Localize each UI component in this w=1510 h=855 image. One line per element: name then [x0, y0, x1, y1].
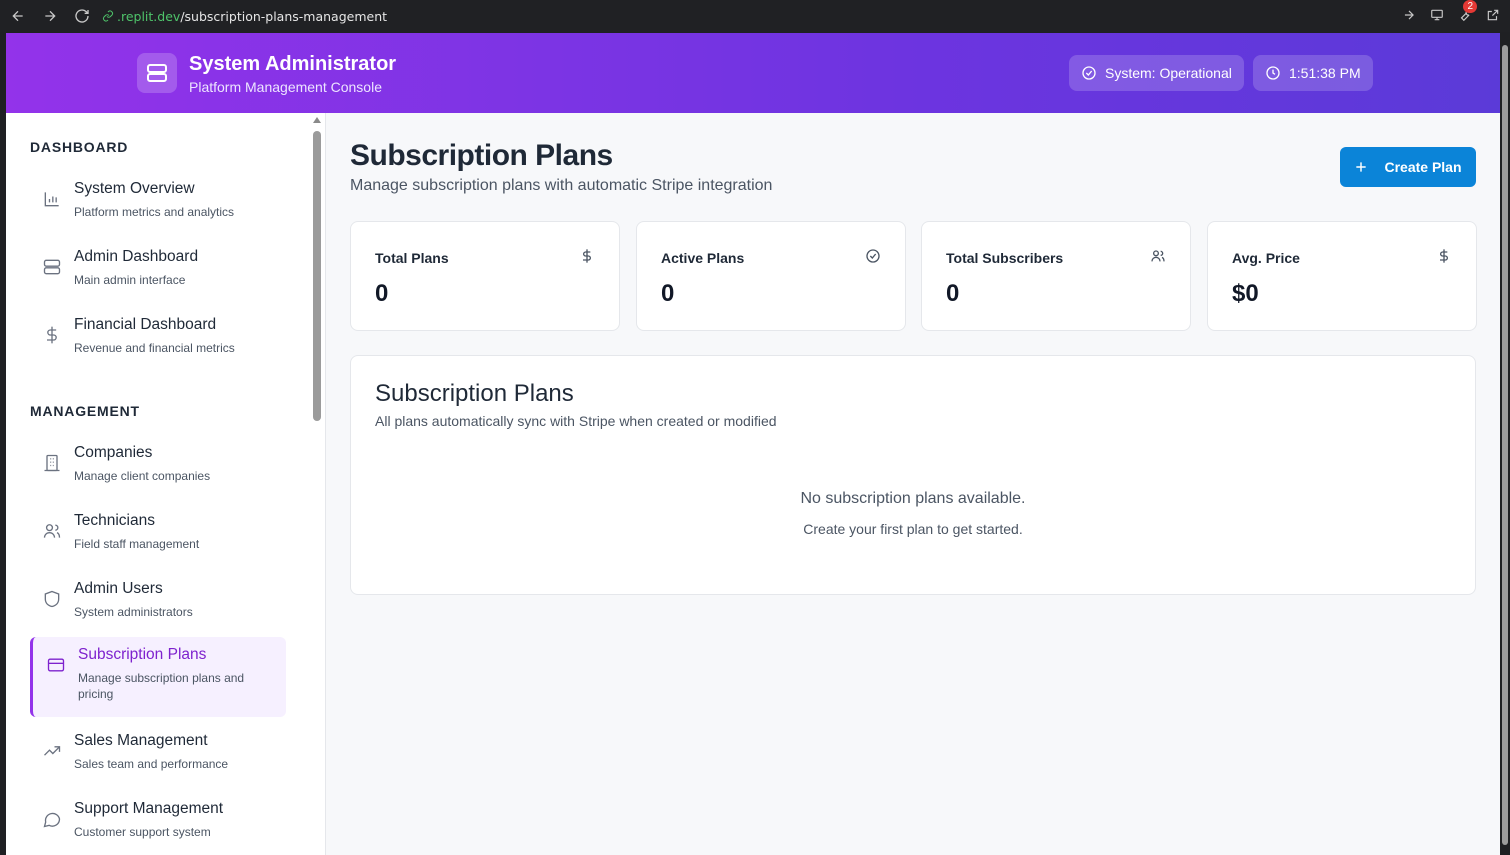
users-icon — [42, 521, 62, 541]
sidebar-item-label: Admin Dashboard — [74, 248, 199, 265]
sidebar-item-label: Financial Dashboard — [74, 316, 217, 333]
plans-card-title: Subscription Plans — [375, 380, 574, 407]
sidebar-item-label: Companies — [74, 444, 153, 461]
message-circle-icon — [42, 809, 62, 829]
check-circle-icon — [1082, 66, 1096, 80]
plus-icon — [1356, 162, 1367, 172]
sidebar-item-label: Subscription Plans — [78, 646, 207, 663]
sidebar-item-label: Technicians — [74, 512, 155, 529]
scroll-up-icon[interactable] — [313, 117, 321, 123]
window-scrollbar[interactable] — [1500, 33, 1510, 855]
reload-icon[interactable] — [68, 2, 96, 30]
back-icon[interactable] — [4, 2, 32, 30]
plans-card-subtitle: All plans automatically sync with Stripe… — [375, 413, 777, 429]
sidebar-item-subscription-plans[interactable]: Subscription Plans Manage subscription p… — [30, 637, 286, 717]
sidebar-item-desc: Platform metrics and analytics — [74, 205, 235, 219]
app-title: System Administrator — [189, 53, 397, 75]
external-link-icon[interactable] — [1482, 4, 1504, 26]
server-icon — [137, 53, 177, 93]
dollar-icon — [1436, 248, 1452, 264]
main-content: Subscription Plans Manage subscription p… — [326, 113, 1500, 855]
sidebar-item-system-overview[interactable]: System Overview Platform metrics and ana… — [30, 171, 286, 231]
sidebar-scrollbar[interactable] — [311, 113, 323, 855]
bar-chart-icon — [42, 189, 62, 209]
stat-value: 0 — [375, 280, 389, 307]
url-path: /subscription-plans-management — [180, 8, 388, 24]
sidebar-item-label: Support Management — [74, 800, 224, 817]
sidebar-item-desc: Field staff management — [74, 537, 200, 551]
address-bar[interactable]: .replit.dev/subscription-plans-managemen… — [102, 9, 387, 24]
wrench-icon[interactable]: 2 — [1454, 0, 1477, 26]
sidebar-item-technicians[interactable]: Technicians Field staff management — [30, 503, 286, 563]
link-icon — [103, 10, 113, 22]
browser-toolbar: .replit.dev/subscription-plans-managemen… — [0, 0, 1510, 32]
scrollbar-thumb[interactable] — [313, 131, 321, 421]
building-icon — [42, 453, 62, 473]
sidebar-item-companies[interactable]: Companies Manage client companies — [30, 435, 286, 495]
sidebar-item-desc: Manage client companies — [74, 469, 211, 483]
sidebar-item-label: Sales Management — [74, 732, 208, 749]
sidebar-item-support-management[interactable]: Support Management Customer support syst… — [30, 791, 286, 851]
arrow-right-icon[interactable] — [1398, 4, 1420, 26]
clock-text: 1:51:38 PM — [1289, 65, 1361, 81]
check-circle-icon — [865, 248, 881, 264]
trending-up-icon — [42, 741, 62, 761]
clock-badge: 1:51:38 PM — [1253, 55, 1373, 91]
app-header: System Administrator Platform Management… — [6, 33, 1500, 113]
sidebar-item-desc: Main admin interface — [74, 273, 186, 287]
shield-icon — [42, 589, 62, 609]
create-plan-button[interactable]: Create Plan — [1340, 147, 1476, 187]
stat-label: Total Plans — [375, 250, 449, 266]
sidebar-item-financial-dashboard[interactable]: Financial Dashboard Revenue and financia… — [30, 307, 286, 367]
app-subtitle: Platform Management Console — [189, 79, 382, 95]
clock-icon — [1266, 66, 1280, 80]
empty-state-title: No subscription plans available. — [800, 490, 1026, 507]
server-icon — [42, 257, 62, 277]
window-scrollbar-thumb[interactable] — [1502, 45, 1508, 845]
sidebar-item-label: Admin Users — [74, 580, 163, 597]
sidebar-item-admin-users[interactable]: Admin Users System administrators — [30, 571, 286, 631]
sidebar-item-sales-management[interactable]: Sales Management Sales team and performa… — [30, 723, 286, 783]
dollar-icon — [42, 325, 62, 345]
page-subtitle: Manage subscription plans with automatic… — [350, 177, 773, 194]
stat-card-total-plans: Total Plans 0 — [350, 221, 620, 331]
sidebar-item-label: System Overview — [74, 180, 195, 197]
stat-card-active-plans: Active Plans 0 — [636, 221, 906, 331]
section-management: MANAGEMENT — [30, 403, 140, 419]
stat-label: Total Subscribers — [946, 250, 1064, 266]
stat-label: Avg. Price — [1232, 250, 1300, 266]
stat-label: Active Plans — [661, 250, 745, 266]
stat-card-avg-price: Avg. Price $0 — [1207, 221, 1477, 331]
url-host: .replit.dev — [117, 8, 181, 24]
stat-value: $0 — [1232, 280, 1259, 307]
sidebar-item-desc: System administrators — [74, 605, 193, 619]
system-status-badge: System: Operational — [1069, 55, 1244, 91]
empty-state-hint: Create your first plan to get started. — [803, 521, 1023, 537]
stat-value: 0 — [946, 280, 960, 307]
credit-card-icon — [46, 655, 66, 675]
page-title: Subscription Plans — [350, 139, 613, 172]
sidebar-item-desc: Sales team and performance — [74, 757, 229, 771]
sidebar-item-desc: Manage subscription plans and pricing — [78, 671, 245, 701]
section-dashboard: DASHBOARD — [30, 139, 129, 155]
stat-card-total-subscribers: Total Subscribers 0 — [921, 221, 1191, 331]
monitor-icon[interactable] — [1426, 4, 1448, 26]
notification-badge: 2 — [1463, 0, 1477, 13]
sidebar: DASHBOARD System Overview Platform metri… — [6, 113, 326, 855]
stat-value: 0 — [661, 280, 675, 307]
dollar-icon — [579, 248, 595, 264]
app-page: System Administrator Platform Management… — [6, 33, 1500, 855]
sidebar-item-admin-dashboard[interactable]: Admin Dashboard Main admin interface — [30, 239, 286, 299]
system-status-text: System: Operational — [1105, 65, 1232, 81]
sidebar-item-desc: Customer support system — [74, 825, 211, 839]
forward-icon[interactable] — [36, 2, 64, 30]
users-icon — [1150, 248, 1166, 264]
subscription-plans-card: Subscription Plans All plans automatical… — [350, 355, 1476, 595]
sidebar-item-desc: Revenue and financial metrics — [74, 341, 235, 355]
create-plan-label: Create Plan — [1384, 159, 1462, 175]
